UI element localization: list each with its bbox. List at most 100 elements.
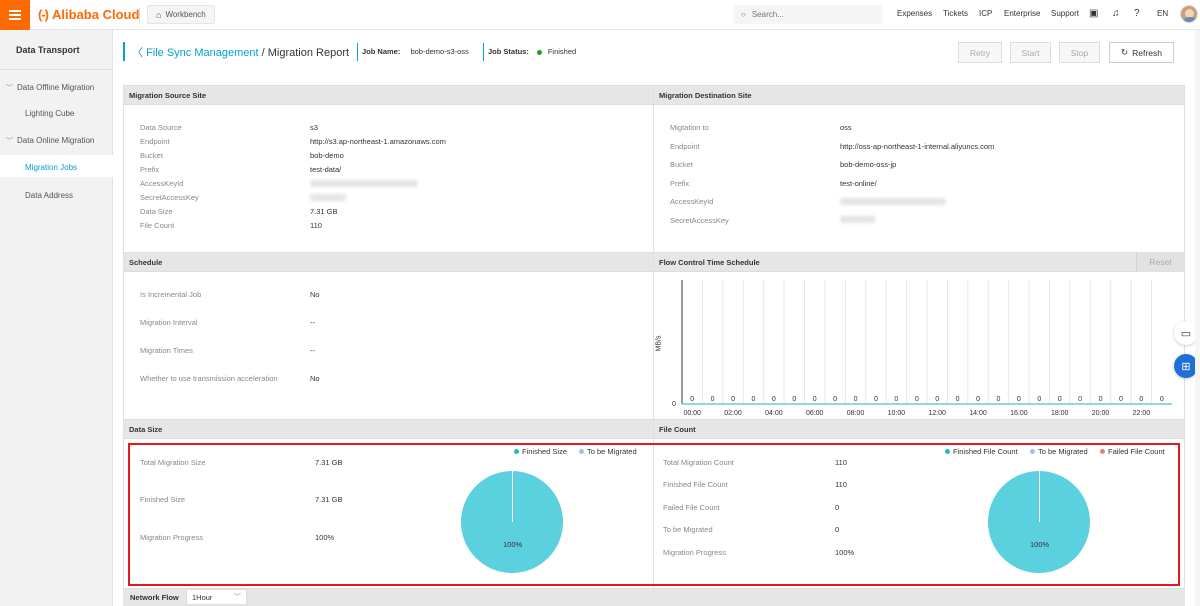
y-tick-label: 0: [672, 401, 676, 408]
menu-button[interactable]: [0, 0, 30, 30]
data-label: 0: [711, 396, 715, 403]
breadcrumb-link[interactable]: 〈 File Sync Management: [132, 47, 259, 59]
field-label: Endpoint: [670, 142, 700, 151]
nav-enterprise[interactable]: Enterprise: [1004, 9, 1040, 18]
data-label: 0: [813, 396, 817, 403]
sidebar-item-migration-jobs[interactable]: Migration Jobs: [25, 163, 77, 172]
x-tick-label: 16:00: [1010, 410, 1028, 417]
language-switch[interactable]: EN: [1157, 9, 1168, 18]
status-dot: [536, 49, 542, 55]
field-value: --: [310, 346, 315, 355]
data-label: 0: [1160, 396, 1164, 403]
search-box[interactable]: ○: [733, 5, 883, 24]
field-label: Prefix: [140, 165, 160, 174]
x-tick-label: 02:00: [724, 410, 742, 417]
help-icon[interactable]: ?: [1134, 8, 1140, 19]
file-count-section-title: File Count: [653, 419, 1184, 439]
chart-ylabel: MB/s: [655, 335, 663, 352]
network-flow-title: Network Flow: [130, 593, 179, 602]
data-label: 0: [854, 396, 858, 403]
divider: [0, 69, 113, 70]
data-label: 0: [915, 396, 919, 403]
data-label: 0: [1037, 396, 1041, 403]
field-value: --: [310, 318, 315, 327]
divider: [139, 8, 140, 22]
reset-button[interactable]: Reset: [1136, 252, 1184, 272]
brand-name: Alibaba Cloud: [52, 7, 140, 22]
x-tick-label: 08:00: [847, 410, 865, 417]
sidebar-item-data-offline-migration[interactable]: ﹀ Data Offline Migration: [6, 83, 94, 93]
menu-icon: [9, 10, 21, 20]
time-range-select[interactable]: 1Hour ﹀: [186, 589, 247, 605]
field-value: http://oss-ap-northeast-1-internal.aliyu…: [840, 142, 995, 151]
destination-section-title: Migration Destination Site: [653, 85, 1184, 105]
data-label: 0: [731, 396, 735, 403]
job-name: Job Name: bob-demo-s3-oss: [362, 47, 469, 56]
x-tick-label: 10:00: [888, 410, 906, 417]
nav-tickets[interactable]: Tickets: [943, 9, 968, 18]
field-label: SecretAccessKey: [670, 216, 729, 225]
divider: [123, 85, 124, 588]
nav-expenses[interactable]: Expenses: [897, 9, 932, 18]
retry-button[interactable]: Retry: [958, 42, 1002, 63]
job-status-label: Job Status:: [488, 47, 529, 56]
data-size-section-title: Data Size: [123, 419, 653, 439]
sidebar-title: Data Transport: [16, 45, 80, 55]
sidebar-item-lighting-cube[interactable]: Lighting Cube: [25, 109, 74, 118]
data-label: 0: [976, 396, 980, 403]
field-value: bob-demo: [310, 151, 344, 160]
refresh-button[interactable]: ↻ Refresh: [1109, 42, 1174, 63]
field-label: Bucket: [670, 160, 693, 169]
field-value: http://s3.ap-northeast-1.amazonaws.com: [310, 137, 446, 146]
workbench-button[interactable]: ⌂ Workbench: [147, 5, 215, 24]
x-tick-label: 22:00: [1133, 410, 1151, 417]
field-label: SecretAccessKey: [140, 193, 199, 202]
search-input[interactable]: [751, 10, 862, 19]
data-label: 0: [894, 396, 898, 403]
scrollbar[interactable]: [1195, 30, 1200, 606]
divider: [357, 43, 358, 61]
page-title: Migration Report: [267, 47, 350, 59]
field-value: s3: [310, 123, 318, 132]
bell-icon[interactable]: ♫: [1112, 8, 1120, 19]
nav-support[interactable]: Support: [1051, 9, 1079, 18]
console-icon[interactable]: ▣: [1089, 8, 1098, 19]
x-tick-label: 00:00: [683, 410, 701, 417]
apps-icon: ⊞: [1181, 360, 1191, 373]
field-label: Migration Times: [140, 346, 193, 355]
sidebar-item-data-address[interactable]: Data Address: [25, 191, 73, 200]
search-icon: ○: [741, 10, 746, 19]
field-label: Migration Interval: [140, 318, 198, 327]
avatar[interactable]: [1180, 5, 1198, 23]
start-button[interactable]: Start: [1010, 42, 1051, 63]
chevron-down-icon: ﹀: [6, 85, 13, 92]
x-tick-label: 04:00: [765, 410, 783, 417]
stop-button[interactable]: Stop: [1059, 42, 1100, 63]
field-value: test-data/: [310, 165, 342, 174]
data-label: 0: [874, 396, 878, 403]
back-chevron-icon[interactable]: 〈: [132, 47, 146, 59]
data-label: 0: [792, 396, 796, 403]
field-value: oss: [840, 123, 852, 132]
workbench-label: Workbench: [165, 10, 206, 19]
data-label: 0: [1017, 396, 1021, 403]
x-tick-label: 20:00: [1092, 410, 1110, 417]
nav-icp[interactable]: ICP: [979, 9, 992, 18]
flow-control-chart[interactable]: 0 0 0 0 0 0 0 0 0 0 0 0 0 0 0 0 0 0 0 0 0 0 0 0 00:00 02:00 04:00 0…: [677, 278, 1177, 420]
data-label: 0: [1119, 396, 1123, 403]
x-tick-label: 06:00: [806, 410, 824, 417]
brand-mark: (-): [38, 7, 49, 22]
top-navigation-bar: (-) Alibaba Cloud ⌂ Workbench ○ Expenses…: [0, 0, 1200, 30]
redacted-value: [310, 194, 346, 201]
redacted-value: [310, 180, 418, 187]
sidebar-item-data-online-migration[interactable]: ﹀ Data Online Migration: [6, 136, 94, 146]
x-tick-label: 12:00: [928, 410, 946, 417]
header-accent-bar: [123, 42, 125, 61]
data-label: 0: [1099, 396, 1103, 403]
data-label: 0: [833, 396, 837, 403]
source-section-title: Migration Source Site: [123, 85, 653, 105]
brand-logo[interactable]: (-) Alibaba Cloud: [38, 7, 139, 22]
sidebar-item-label: Data Online Migration: [17, 136, 95, 145]
data-label: 0: [1139, 396, 1143, 403]
workbench-icon: ⌂: [156, 9, 162, 20]
